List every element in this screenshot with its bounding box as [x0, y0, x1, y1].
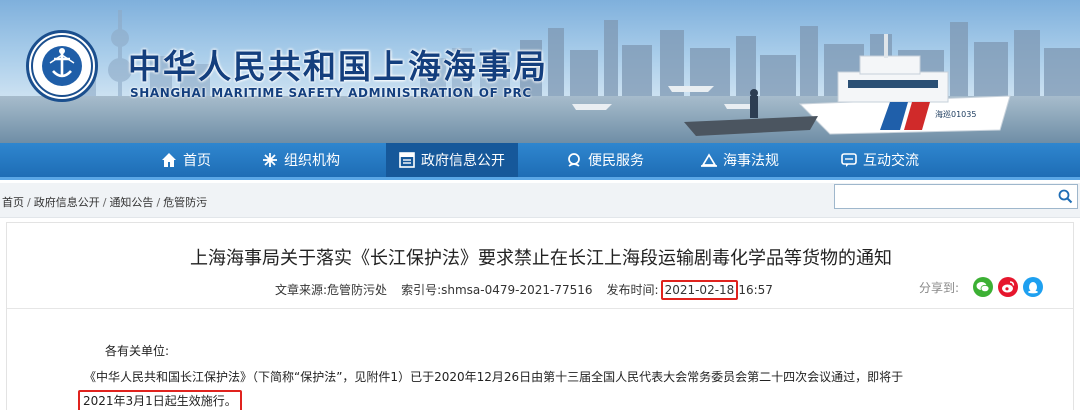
breadcrumb-gov-info[interactable]: 政府信息公开: [34, 196, 100, 209]
published-time: 16:57: [738, 283, 773, 297]
nav-label: 海事法规: [723, 153, 779, 169]
nav-item-home[interactable]: 首页: [152, 143, 219, 177]
document-icon: [398, 151, 416, 169]
meta-divider: [7, 308, 1073, 309]
breadcrumb: 首页 / 政府信息公开 / 通知公告 / 危管防污: [2, 194, 207, 210]
source-label: 文章来源:: [275, 283, 328, 297]
index-value: shmsa-0479-2021-77516: [441, 283, 593, 297]
nav-label: 互动交流: [863, 153, 919, 169]
chat-icon: [840, 151, 858, 169]
nav-label: 首页: [183, 153, 211, 169]
nav-item-law[interactable]: 海事法规: [692, 143, 787, 177]
article-panel: 上海海事局关于落实《长江保护法》要求禁止在长江上海段运输剧毒化学品等货物的通知 …: [6, 222, 1074, 410]
main-nav: 首页 组织机构 政府信息公开 便民服务 海事法规 互动交流: [0, 143, 1080, 180]
breadcrumb-home[interactable]: 首页: [2, 196, 24, 209]
search-input[interactable]: [839, 187, 1049, 206]
qq-share-icon[interactable]: [1023, 277, 1043, 297]
paragraph-line: 《中华人民共和国长江保护法》（下简称“保护法”，见附件1）已于2020年12月2…: [84, 370, 904, 384]
china-msa-logo: [26, 30, 98, 102]
home-icon: [160, 151, 178, 169]
breadcrumb-separator: /: [27, 196, 31, 209]
article-title: 上海海事局关于落实《长江保护法》要求禁止在长江上海段运输剧毒化学品等货物的通知: [190, 248, 892, 269]
published-label: 发布时间:: [606, 283, 659, 297]
article-paragraph: 《中华人民共和国长江保护法》（下简称“保护法”，见附件1）已于2020年12月2…: [78, 366, 1044, 410]
nav-label: 组织机构: [284, 153, 340, 169]
nav-item-interact[interactable]: 互动交流: [832, 143, 927, 177]
nav-label: 政府信息公开: [421, 153, 505, 169]
law-icon: [700, 151, 718, 169]
service-icon: [565, 151, 583, 169]
index-label: 索引号:: [401, 283, 442, 297]
nav-item-service[interactable]: 便民服务: [557, 143, 652, 177]
site-title: 中华人民共和国上海海事局: [128, 47, 548, 86]
nav-item-gov-info[interactable]: 政府信息公开: [386, 143, 518, 177]
effective-date-highlight: 2021年3月1日起生效施行。: [78, 390, 242, 410]
site-subtitle: SHANGHAI MARITIME SAFETY ADMINISTRATION …: [130, 86, 532, 100]
article-salutation: 各有关单位:: [105, 344, 170, 358]
article-meta: 文章来源:危管防污处 索引号:shmsa-0479-2021-77516 发布时间:…: [275, 280, 773, 300]
ship-mark: 海巡01035: [935, 109, 976, 119]
org-icon: [261, 151, 279, 169]
wechat-share-icon[interactable]: [973, 277, 993, 297]
weibo-share-icon[interactable]: [998, 277, 1018, 297]
search-box: [834, 184, 1078, 209]
published-date: 2021-02-18: [660, 280, 739, 300]
breadcrumb-separator: /: [102, 196, 107, 209]
search-icon[interactable]: [1058, 189, 1073, 204]
breadcrumb-separator: /: [156, 196, 161, 209]
breadcrumb-hazmat[interactable]: 危管防污: [163, 196, 207, 209]
breadcrumb-notices[interactable]: 通知公告: [109, 196, 153, 209]
share-label: 分享到:: [919, 281, 960, 295]
nav-label: 便民服务: [588, 153, 644, 169]
site-banner: 海巡01035 中华人民共和国上海海事局 SHANGHAI MARITIME S…: [0, 0, 1080, 143]
source-value: 危管防污处: [327, 283, 388, 297]
nav-item-org[interactable]: 组织机构: [253, 143, 348, 177]
